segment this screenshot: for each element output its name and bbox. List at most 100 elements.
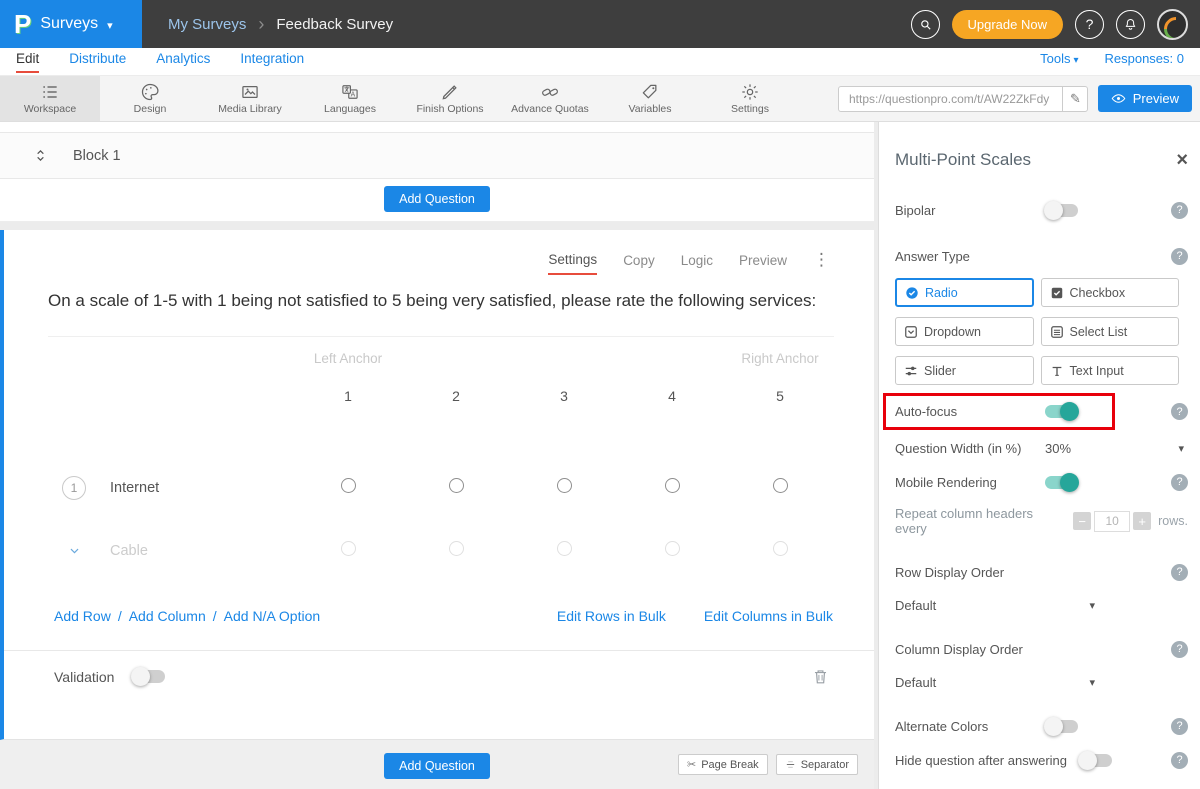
add-column-link[interactable]: Add Column	[129, 608, 206, 624]
bipolar-toggle[interactable]	[1045, 204, 1078, 217]
tab-analytics[interactable]: Analytics	[156, 51, 210, 73]
column-header[interactable]: 2	[402, 388, 510, 404]
collapse-block-icon[interactable]	[32, 147, 49, 164]
slash-separator: /	[213, 608, 217, 624]
answer-type-slider[interactable]: Slider	[895, 356, 1034, 385]
answer-type-text-input[interactable]: Text Input	[1041, 356, 1180, 385]
panel-title: Multi-Point Scales	[895, 150, 1031, 170]
separator-button[interactable]: Separator	[776, 754, 858, 775]
answer-type-checkbox[interactable]: Checkbox	[1041, 278, 1180, 307]
answer-type-radio[interactable]: Radio	[895, 278, 1034, 307]
left-anchor-label[interactable]: Left Anchor	[294, 351, 402, 366]
column-header[interactable]: 3	[510, 388, 618, 404]
alternate-colors-toggle[interactable]	[1045, 720, 1078, 733]
repeat-headers-input[interactable]	[1094, 511, 1130, 532]
search-icon[interactable]	[911, 10, 940, 39]
avatar[interactable]	[1157, 9, 1188, 40]
radio-option[interactable]	[557, 478, 572, 493]
help-icon[interactable]: ?	[1171, 718, 1188, 735]
chevron-down-icon[interactable]	[62, 542, 86, 559]
question-tab-settings[interactable]: Settings	[548, 252, 597, 275]
radio-option[interactable]	[449, 541, 464, 556]
close-icon[interactable]: ×	[1176, 150, 1188, 170]
help-icon[interactable]: ?	[1171, 248, 1188, 265]
plus-icon[interactable]: +	[1133, 512, 1151, 530]
tool-advance-quotas[interactable]: Advance Quotas	[500, 76, 600, 121]
row-label[interactable]: Cable	[110, 543, 148, 559]
tools-menu[interactable]: Tools▾	[1040, 51, 1078, 66]
radio-option[interactable]	[341, 541, 356, 556]
help-icon[interactable]: ?	[1171, 641, 1188, 658]
question-tab-copy[interactable]: Copy	[623, 253, 655, 274]
survey-url-input[interactable]	[838, 86, 1088, 112]
help-icon[interactable]: ?	[1171, 403, 1188, 420]
edit-columns-in-bulk-link[interactable]: Edit Columns in Bulk	[704, 608, 833, 624]
upgrade-now-button[interactable]: Upgrade Now	[952, 10, 1064, 39]
help-icon[interactable]: ?	[1075, 10, 1104, 39]
mobile-rendering-toggle[interactable]	[1045, 476, 1078, 489]
page-break-button[interactable]: ✂ Page Break	[678, 754, 768, 775]
help-icon[interactable]: ?	[1171, 752, 1188, 769]
panel-header: Multi-Point Scales ×	[895, 150, 1188, 170]
tab-edit[interactable]: Edit	[16, 51, 39, 73]
kebab-menu-icon[interactable]: ⋮	[813, 250, 830, 276]
add-question-button-top[interactable]: Add Question	[384, 186, 490, 212]
palette-icon	[140, 82, 160, 102]
help-icon[interactable]: ?	[1171, 564, 1188, 581]
minus-icon[interactable]: −	[1073, 512, 1091, 530]
right-anchor-label[interactable]: Right Anchor	[726, 351, 834, 366]
tool-finish-options[interactable]: Finish Options	[400, 76, 500, 121]
question-text[interactable]: On a scale of 1-5 with 1 being not satis…	[48, 288, 834, 337]
question-tab-preview[interactable]: Preview	[739, 253, 787, 274]
add-na-option-link[interactable]: Add N/A Option	[224, 608, 321, 624]
radio-option[interactable]	[449, 478, 464, 493]
add-row-link[interactable]: Add Row	[54, 608, 111, 624]
notifications-bell-icon[interactable]	[1116, 10, 1145, 39]
radio-option[interactable]	[341, 478, 356, 493]
radio-option[interactable]	[773, 541, 788, 556]
surveys-menu[interactable]: P Surveys ▾	[0, 0, 142, 48]
row-label[interactable]: Internet	[110, 480, 159, 496]
delete-question-trash-icon[interactable]	[811, 667, 830, 686]
tab-integration[interactable]: Integration	[240, 51, 304, 73]
validation-toggle[interactable]	[132, 670, 165, 683]
question-width-row[interactable]: Question Width (in %) 30% ▾	[895, 438, 1188, 458]
pencil-icon[interactable]: ✎	[1062, 86, 1088, 112]
tool-workspace[interactable]: Workspace	[0, 76, 100, 121]
preview-button[interactable]: Preview	[1098, 85, 1192, 112]
responses-count[interactable]: Responses: 0	[1105, 51, 1185, 66]
breadcrumb-my-surveys[interactable]: My Surveys	[168, 16, 246, 33]
edit-rows-in-bulk-link[interactable]: Edit Rows in Bulk	[557, 608, 666, 624]
hide-after-answering-toggle[interactable]	[1079, 754, 1112, 767]
tool-languages[interactable]: A Languages	[300, 76, 400, 121]
tool-variables[interactable]: Variables	[600, 76, 700, 121]
add-question-button-bottom[interactable]: Add Question	[384, 753, 490, 779]
answer-type-select-list[interactable]: Select List	[1041, 317, 1180, 346]
separator-icon	[785, 759, 796, 770]
radio-option[interactable]	[773, 478, 788, 493]
radio-check-icon	[905, 286, 919, 300]
add-question-section-top: Add Question	[0, 179, 874, 222]
bipolar-label: Bipolar	[895, 203, 1045, 218]
tool-settings[interactable]: Settings	[700, 76, 800, 121]
select-list-icon	[1050, 325, 1064, 339]
tab-distribute[interactable]: Distribute	[69, 51, 126, 73]
tool-media-library[interactable]: Media Library	[200, 76, 300, 121]
tool-design[interactable]: Design	[100, 76, 200, 121]
slider-icon	[904, 364, 918, 378]
column-header[interactable]: 4	[618, 388, 726, 404]
auto-focus-toggle[interactable]	[1045, 405, 1078, 418]
column-header[interactable]: 1	[294, 388, 402, 404]
radio-option[interactable]	[557, 541, 572, 556]
answer-type-dropdown[interactable]: Dropdown	[895, 317, 1034, 346]
help-icon[interactable]: ?	[1171, 202, 1188, 219]
row-display-order-select[interactable]: Default ▾	[895, 598, 1095, 613]
column-header[interactable]: 5	[726, 388, 834, 404]
radio-option[interactable]	[665, 478, 680, 493]
checkbox-icon	[1050, 286, 1064, 300]
radio-option[interactable]	[665, 541, 680, 556]
help-icon[interactable]: ?	[1171, 474, 1188, 491]
column-display-order-select[interactable]: Default ▾	[895, 675, 1095, 690]
surveys-label: Surveys	[40, 15, 98, 33]
question-tab-logic[interactable]: Logic	[681, 253, 713, 274]
